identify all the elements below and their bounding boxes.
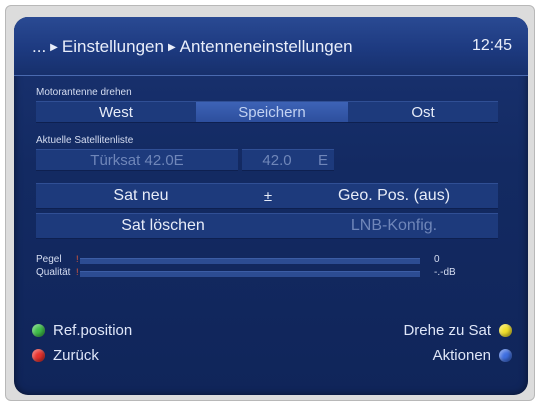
satlist-section-label: Aktuelle Satellitenliste — [36, 135, 134, 146]
red-key-hint[interactable]: Zurück — [32, 347, 99, 364]
red-button-icon — [32, 349, 45, 362]
red-key-label: Zurück — [53, 347, 99, 364]
breadcrumb: ... ▶ Einstellungen ▶ Antenneneinstellungen — [32, 37, 353, 57]
green-key-label: Ref.position — [53, 322, 133, 339]
motor-row: West Speichern Ost — [36, 101, 498, 123]
blue-button-icon — [499, 349, 512, 362]
plusminus-icon: ± — [246, 183, 290, 209]
header-bar: ... ▶ Einstellungen ▶ Antenneneinstellungen … — [14, 17, 528, 76]
breadcrumb-prefix: ... — [32, 37, 47, 56]
level-value: 0 — [434, 254, 440, 265]
direction-field[interactable]: E — [312, 149, 334, 171]
quality-label: Qualität — [36, 267, 71, 278]
page-title: Antenneneinstellungen — [179, 37, 353, 56]
sat-delete-button[interactable]: Sat löschen — [36, 213, 290, 239]
blue-key-label: Aktionen — [432, 347, 491, 364]
quality-value: -.-dB — [434, 267, 456, 278]
satellite-name-field[interactable]: Türksat 42.0E — [36, 149, 238, 171]
geo-position-button[interactable]: Geo. Pos. (aus) — [290, 183, 498, 209]
satlist-row: Türksat 42.0E 42.0 E — [36, 149, 334, 171]
yellow-button-icon — [499, 324, 512, 337]
green-button-icon — [32, 324, 45, 337]
action-row-1: Sat neu ± Geo. Pos. (aus) — [36, 183, 498, 209]
blue-key-hint[interactable]: Aktionen — [433, 347, 512, 364]
level-meter — [80, 258, 420, 264]
green-key-hint[interactable]: Ref.position — [32, 322, 132, 339]
quality-meter — [80, 271, 420, 277]
arrow-right-icon: ▶ — [50, 42, 58, 53]
orbital-position-field[interactable]: 42.0 — [242, 149, 312, 171]
yellow-key-hint[interactable]: Drehe zu Sat — [403, 322, 512, 339]
yellow-key-label: Drehe zu Sat — [403, 322, 491, 339]
lnb-config-button[interactable]: LNB-Konfig. — [290, 213, 498, 239]
arrow-right-icon: ▶ — [167, 42, 176, 53]
level-indicator-icon: ! — [76, 254, 79, 264]
level-label: Pegel — [36, 254, 62, 265]
motor-section-label: Motorantenne drehen — [36, 87, 132, 98]
sat-new-button[interactable]: Sat neu — [36, 183, 246, 209]
breadcrumb-einstellungen[interactable]: Einstellungen — [62, 37, 164, 56]
west-button[interactable]: West — [36, 101, 196, 123]
action-row-2: Sat löschen LNB-Konfig. — [36, 213, 498, 239]
osd-screen: ... ▶ Einstellungen ▶ Antenneneinstellungen … — [14, 17, 528, 395]
clock: 12:45 — [471, 37, 512, 54]
east-button[interactable]: Ost — [348, 101, 498, 123]
quality-indicator-icon: ! — [76, 267, 79, 277]
save-button[interactable]: Speichern — [196, 101, 348, 123]
